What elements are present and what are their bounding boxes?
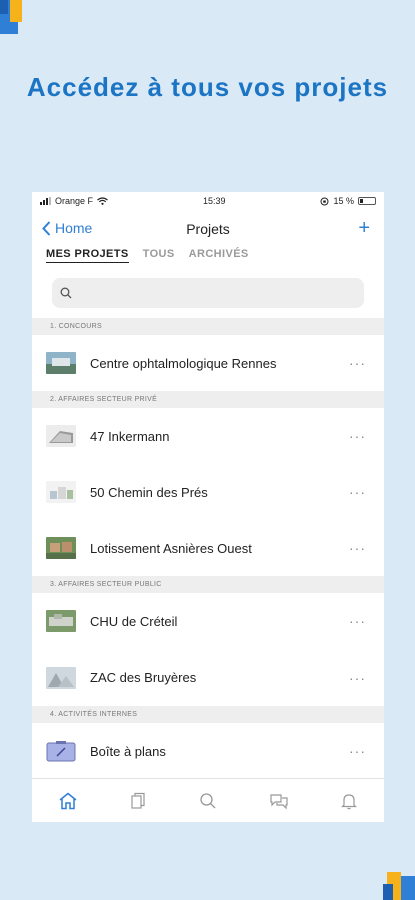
project-thumbnail (46, 481, 76, 503)
section-header-activites-internes: 4. ACTIVITÉS INTERNES (32, 706, 384, 723)
search-icon (60, 287, 72, 299)
chevron-left-icon (42, 220, 51, 236)
navigation-bar: Home Projets + (32, 210, 384, 248)
status-bar: Orange F 15:39 15 % (32, 192, 384, 210)
project-thumbnail (46, 610, 76, 632)
more-options-button[interactable]: ··· (349, 484, 366, 500)
section-header-concours: 1. CONCOURS (32, 318, 384, 335)
search-icon[interactable] (199, 792, 217, 810)
documents-icon[interactable] (129, 792, 147, 810)
list-item-50-chemin-des-pres[interactable]: 50 Chemin des Prés ··· (32, 464, 384, 520)
list-item-47-inkermann[interactable]: 47 Inkermann ··· (32, 408, 384, 464)
back-label: Home (55, 220, 93, 236)
more-options-button[interactable]: ··· (349, 613, 366, 629)
search-bar[interactable] (52, 278, 364, 308)
corner-decoration-top-left-dark (0, 0, 8, 14)
more-options-button[interactable]: ··· (349, 540, 366, 556)
project-name: Centre ophtalmologique Rennes (90, 355, 277, 371)
project-thumbnail (46, 666, 76, 689)
corner-decoration-bottom-right-dark (383, 884, 393, 900)
bell-icon[interactable] (340, 792, 358, 810)
corner-decoration-top-left-yellow (10, 0, 22, 22)
more-options-button[interactable]: ··· (349, 670, 366, 686)
project-name: 47 Inkermann (90, 428, 170, 444)
back-button[interactable]: Home (42, 220, 92, 236)
chat-icon[interactable] (269, 792, 289, 810)
more-options-button[interactable]: ··· (349, 355, 366, 371)
status-time: 15:39 (202, 196, 226, 206)
bottom-tab-bar (32, 778, 384, 822)
project-name: ZAC des Bruyères (90, 670, 197, 685)
add-project-button[interactable]: + (358, 218, 370, 238)
tab-tous[interactable]: TOUS (143, 248, 175, 262)
folder-icon (46, 741, 76, 762)
list-item-centre-ophtalmologique[interactable]: Centre ophtalmologique Rennes ··· (32, 335, 384, 391)
more-options-button[interactable]: ··· (349, 428, 366, 444)
project-thumbnail (46, 537, 76, 559)
project-thumbnail (46, 352, 76, 374)
list-item-boite-a-plans[interactable]: Boîte à plans ··· (32, 723, 384, 779)
carrier-label: Orange F (55, 196, 94, 206)
battery-percent: 15 % (333, 196, 354, 206)
home-icon[interactable] (58, 792, 78, 810)
project-name: 50 Chemin des Prés (90, 484, 208, 500)
list-item-lotissement-asnieres[interactable]: Lotissement Asnières Ouest ··· (32, 520, 384, 576)
tab-archives[interactable]: ARCHIVÉS (189, 248, 249, 262)
promo-headline: Accédez à tous vos projets (26, 72, 389, 102)
orientation-lock-icon (320, 197, 329, 205)
battery-icon (357, 197, 376, 205)
section-header-secteur-prive: 2. AFFAIRES SECTEUR PRIVÉ (32, 391, 384, 408)
project-name: Lotissement Asnières Ouest (90, 540, 252, 556)
section-header-secteur-public: 3. AFFAIRES SECTEUR PUBLIC (32, 576, 384, 593)
project-thumbnail (46, 425, 76, 447)
signal-icon (40, 197, 51, 205)
project-name: Boîte à plans (90, 743, 166, 759)
wifi-icon (97, 197, 108, 205)
project-name: CHU de Créteil (90, 613, 178, 629)
project-list: 1. CONCOURS Centre ophtalmologique Renne… (32, 318, 384, 779)
project-filter-tabs: MES PROJETS TOUS ARCHIVÉS (32, 248, 384, 272)
phone-screen: Orange F 15:39 15 % Home Projets + MES P… (32, 192, 384, 822)
search-input[interactable] (78, 286, 356, 300)
tab-mes-projets[interactable]: MES PROJETS (46, 248, 129, 263)
list-item-zac-des-bruyeres[interactable]: ZAC des Bruyères ··· (32, 649, 384, 706)
more-options-button[interactable]: ··· (349, 743, 366, 759)
list-item-chu-creteil[interactable]: CHU de Créteil ··· (32, 593, 384, 649)
